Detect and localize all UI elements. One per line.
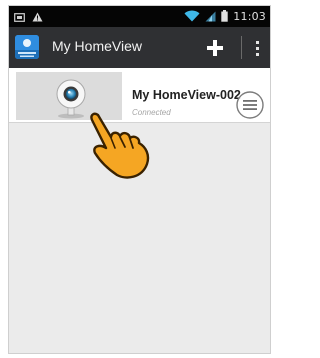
tap-hand-icon — [86, 106, 156, 181]
add-device-button[interactable] — [202, 35, 228, 61]
overflow-menu-icon — [256, 41, 259, 56]
screenshot-icon — [14, 7, 25, 26]
list-menu-icon — [236, 91, 264, 119]
signal-icon — [205, 7, 216, 26]
app-logo-icon[interactable] — [15, 35, 39, 59]
wifi-icon — [184, 7, 200, 26]
action-bar: My HomeView — [9, 27, 270, 68]
device-menu-button[interactable] — [235, 90, 265, 120]
alert-icon — [32, 7, 43, 26]
action-bar-divider — [241, 36, 242, 59]
app-title: My HomeView — [52, 38, 142, 54]
phone-screen: 11:03 My HomeView My HomeView-002 Connec… — [8, 5, 271, 354]
clock: 11:03 — [233, 10, 266, 23]
status-bar: 11:03 — [9, 6, 270, 27]
add-icon — [207, 40, 223, 56]
battery-icon — [221, 7, 228, 26]
overflow-menu-button[interactable] — [247, 35, 267, 61]
device-name: My HomeView-002 — [132, 88, 241, 102]
